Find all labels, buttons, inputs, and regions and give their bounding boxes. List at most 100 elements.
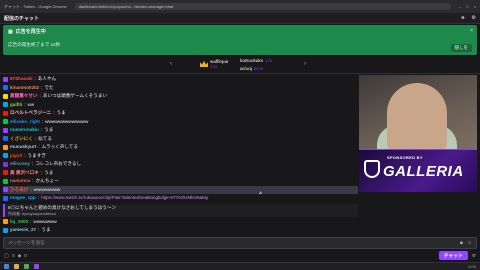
chat-username[interactable]: numeronakiu bbox=[10, 126, 39, 135]
chat-username[interactable]: ellisabo_right bbox=[10, 118, 40, 127]
ad-hide-button[interactable]: 隠しを bbox=[450, 44, 472, 52]
bits-leaderboard: wafflepar 173 katsuokako 172 aizuoj 6975 bbox=[0, 56, 480, 74]
bits-icon[interactable]: ◆ bbox=[460, 240, 464, 246]
chat-message[interactable]: kinanmo0202: でた bbox=[3, 84, 358, 93]
ad-title: 広告を再生中 bbox=[15, 29, 46, 35]
chat-message[interactable]: liq_2000: wwwwwww bbox=[3, 218, 358, 227]
leaderboard-third[interactable]: aizuoj 6975 bbox=[240, 66, 263, 71]
channel-points-icon[interactable]: ◯ bbox=[4, 253, 9, 259]
chat-username[interactable]: muouskyurt bbox=[10, 143, 36, 152]
chat-message-list: 87Shasaki: あ人やん kinanmo0202: でた 高額重々せい: あいつは頭… bbox=[3, 75, 358, 233]
gear-icon[interactable]: ⚙ bbox=[472, 15, 476, 21]
chat-message[interactable]: 87Shasaki: あ人やん bbox=[3, 75, 358, 84]
browser-title: チャット - Twitch - Google Chrome bbox=[4, 3, 67, 9]
leader-bits: 172 bbox=[265, 58, 272, 63]
chat-username[interactable]: nanionsu bbox=[10, 177, 30, 186]
close-button[interactable]: × bbox=[474, 4, 476, 9]
crown-icon bbox=[200, 61, 208, 67]
user-badge-icon bbox=[3, 161, 8, 167]
chrome-icon[interactable] bbox=[24, 264, 29, 269]
chat-username[interactable]: jagir0 bbox=[10, 152, 22, 161]
chat-message[interactable]: mogoe_cpp: https://www.twitch.tv/rukaxaxx… bbox=[3, 194, 358, 203]
chat-username[interactable]: ロベルトベラジーニ bbox=[10, 109, 51, 118]
chat-username[interactable]: ひろあけ bbox=[10, 186, 28, 195]
user-badge-icon bbox=[3, 227, 8, 233]
chat-username[interactable]: gaifiti bbox=[10, 101, 22, 110]
start-icon[interactable] bbox=[4, 264, 9, 269]
chat-username[interactable]: yamecin_27 bbox=[10, 226, 36, 233]
chat-message-text: うま bbox=[44, 169, 54, 175]
chat-message-text: かんちょー bbox=[35, 178, 59, 183]
chat-message[interactable]: ロベルトベラジーニ: うま bbox=[3, 109, 358, 118]
chat-input[interactable]: メッセージを送信 ◆ ☺ bbox=[3, 237, 477, 249]
chat-username[interactable]: 高 黒沢ベロキ bbox=[10, 169, 39, 178]
sponsor-label: SPONSORED BY bbox=[387, 155, 423, 160]
chevron-left-icon[interactable]: ‹ bbox=[170, 61, 172, 67]
users-icon[interactable]: ☻ bbox=[460, 15, 465, 21]
leaderboard-second[interactable]: katsuokako 172 bbox=[240, 58, 272, 63]
minimize-button[interactable]: – bbox=[459, 4, 461, 9]
chat-header: 配信のチャット ☻ ⚙ bbox=[0, 13, 480, 24]
emote-icon[interactable]: ☺ bbox=[467, 240, 472, 246]
chat-message[interactable]: nanionsu: かんちょー bbox=[3, 177, 358, 186]
user-badge-icon bbox=[3, 170, 8, 176]
twitch-icon[interactable] bbox=[34, 264, 39, 269]
chat-message[interactable]: 高額重々せい: あいつは頭悪ゲームくそうまい bbox=[3, 92, 358, 101]
user-badge-icon bbox=[3, 76, 8, 82]
chat-username[interactable]: くさいにく bbox=[10, 135, 33, 144]
chat-message-text: でた bbox=[44, 84, 54, 90]
leaderboard-first[interactable]: wafflepar 173 bbox=[200, 59, 229, 69]
chat-message[interactable]: ellisonoy: コレコレ声おできるし bbox=[3, 160, 358, 169]
browser-titlebar: チャット - Twitch - Google Chrome dashboard.… bbox=[0, 0, 480, 13]
chat-message-link[interactable]: https://www.twitch.tv/rukaxaxx/clip/Plai… bbox=[41, 194, 208, 203]
chat-message-text: 似てる bbox=[38, 135, 52, 141]
bits-balance-icon[interactable]: ◆ bbox=[18, 253, 22, 259]
chat-settings-icon[interactable]: ⚙ bbox=[472, 253, 476, 259]
send-chat-button[interactable]: チャット bbox=[438, 251, 468, 260]
user-badge-icon bbox=[3, 119, 8, 125]
user-badge-icon bbox=[3, 93, 8, 99]
chat-username[interactable]: ellisonoy bbox=[10, 160, 30, 169]
user-badge-icon bbox=[3, 219, 8, 225]
address-bar[interactable]: dashboard.twitch.tv/popout/u/.../stream-… bbox=[74, 3, 451, 10]
chat-username[interactable]: 高額重々せい bbox=[10, 92, 38, 101]
chat-message-text: うま bbox=[44, 127, 54, 132]
user-badge-icon bbox=[3, 195, 8, 201]
chat-message-text: うま bbox=[41, 227, 51, 232]
chevron-right-icon[interactable]: › bbox=[304, 61, 306, 67]
chat-message[interactable]: ひろあけ: wwwwwwww bbox=[3, 185, 358, 195]
bits-balance-value: 0 bbox=[24, 253, 27, 258]
streamer-image bbox=[387, 83, 447, 153]
leader-name: aizuoj bbox=[240, 66, 253, 71]
chat-message[interactable]: jagir0: うますぎ bbox=[3, 152, 358, 161]
clip-preview[interactable]: 5◎にちゃんと値めの具けなさおしてしまうはう～ン 作成者: kyouyuuyoux… bbox=[3, 203, 358, 217]
stream-video[interactable]: SPONSORED BY GALLERIA bbox=[359, 75, 477, 192]
clock: 0:00 bbox=[468, 264, 476, 269]
chat-username[interactable]: mogoe_cpp bbox=[10, 194, 36, 203]
user-badge-icon bbox=[3, 144, 8, 150]
user-badge-icon bbox=[3, 102, 8, 108]
ad-banner: ▣ 広告を再生中 広告の再生終了まで 14秒 × 隠しを bbox=[3, 25, 477, 55]
user-badge-icon bbox=[3, 136, 8, 142]
galleria-logo-icon bbox=[364, 160, 380, 178]
chat-message[interactable]: ellisabo_right: wwwwwwwwwwwww bbox=[3, 118, 358, 127]
chat-message-text: うますぎ bbox=[27, 152, 46, 158]
maximize-button[interactable]: □ bbox=[466, 4, 468, 9]
chat-message[interactable]: くさいにく: 似てる bbox=[3, 135, 358, 144]
chat-message[interactable]: numeronakiu: うま bbox=[3, 126, 358, 135]
ad-countdown: 広告の再生終了まで 14秒 bbox=[8, 42, 61, 47]
close-icon[interactable]: × bbox=[470, 28, 473, 34]
chat-message[interactable]: 高 黒沢ベロキ: うま bbox=[3, 169, 358, 178]
leader-bits: 6975 bbox=[254, 66, 263, 71]
chat-username[interactable]: kinanmo0202 bbox=[10, 84, 39, 93]
folder-icon[interactable] bbox=[14, 264, 19, 269]
user-badge-icon bbox=[3, 153, 8, 159]
chevron-up-icon[interactable]: ▲ bbox=[258, 190, 263, 196]
chat-username[interactable]: 87Shasaki bbox=[10, 75, 32, 84]
sponsor-overlay: SPONSORED BY GALLERIA bbox=[359, 149, 477, 192]
chat-message[interactable]: yamecin_27: うま bbox=[3, 226, 358, 233]
chat-message[interactable]: muouskyurt: ムラっく声してる bbox=[3, 143, 358, 152]
sponsor-brand: GALLERIA bbox=[383, 163, 464, 180]
chat-username[interactable]: liq_2000 bbox=[10, 218, 28, 227]
chat-message[interactable]: gaifiti: ww bbox=[3, 101, 358, 110]
